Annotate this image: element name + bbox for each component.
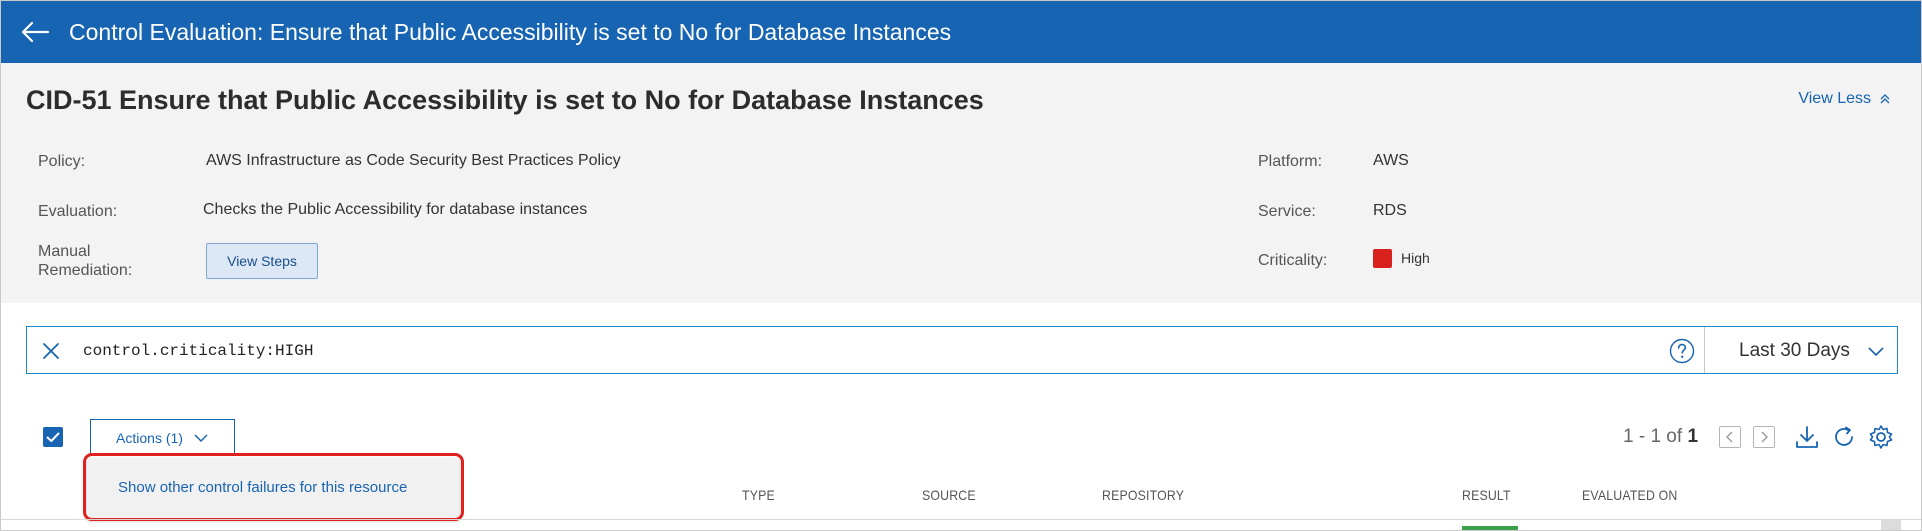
criticality-label: Criticality: xyxy=(1258,252,1328,269)
date-range-value: Last 30 Days xyxy=(1739,340,1850,361)
pagination-info: 1 - 1 of 1 xyxy=(1623,426,1698,448)
table-header-divider xyxy=(1,519,1921,520)
table-scrollbar[interactable] xyxy=(1881,520,1901,530)
policy-label: Policy: xyxy=(38,153,86,170)
chevron-right-icon xyxy=(1761,431,1768,443)
chevron-down-icon xyxy=(194,433,208,442)
column-header-result[interactable]: RESULT xyxy=(1462,487,1511,503)
next-page-button[interactable] xyxy=(1753,426,1775,448)
back-arrow-icon[interactable] xyxy=(19,16,51,48)
gear-icon[interactable] xyxy=(1868,424,1894,450)
menu-item-show-other-failures[interactable]: Show other control failures for this res… xyxy=(118,479,407,496)
page-title: Control Evaluation: Ensure that Public A… xyxy=(69,19,952,45)
download-icon[interactable] xyxy=(1794,424,1820,450)
pagination-total: 1 xyxy=(1687,426,1699,447)
control-details-panel: CID-51 Ensure that Public Accessibility … xyxy=(1,63,1921,303)
actions-dropdown-button[interactable]: Actions (1) xyxy=(90,419,235,455)
date-range-select[interactable]: Last 30 Days xyxy=(1704,327,1898,373)
evaluation-value: Checks the Public Accessibility for data… xyxy=(203,201,588,218)
criticality-color-swatch xyxy=(1373,249,1392,268)
view-less-label: View Less xyxy=(1798,90,1871,107)
previous-page-button[interactable] xyxy=(1719,426,1741,448)
help-icon[interactable] xyxy=(1669,338,1695,364)
actions-menu: Show other control failures for this res… xyxy=(87,458,459,520)
column-header-type[interactable]: TYPE xyxy=(742,487,775,503)
search-input[interactable] xyxy=(83,337,1663,365)
result-status-badge xyxy=(1462,526,1518,530)
view-less-link[interactable]: View Less xyxy=(1798,90,1891,108)
policy-value: AWS Infrastructure as Code Security Best… xyxy=(206,152,621,169)
actions-label: Actions (1) xyxy=(116,429,183,446)
search-bar: Last 30 Days xyxy=(26,326,1898,374)
column-header-source[interactable]: SOURCE xyxy=(922,487,976,503)
chevron-down-icon xyxy=(1868,347,1884,357)
service-label: Service: xyxy=(1258,203,1316,220)
column-header-repository[interactable]: REPOSITORY xyxy=(1102,487,1184,503)
chevron-double-up-icon xyxy=(1880,94,1890,104)
platform-value: AWS xyxy=(1373,152,1409,169)
manual-remediation-label: Manual Remediation: xyxy=(38,243,133,279)
close-icon[interactable] xyxy=(39,339,63,363)
pagination-range: 1 - 1 of xyxy=(1623,426,1683,447)
service-value: RDS xyxy=(1373,202,1407,219)
control-title: CID-51 Ensure that Public Accessibility … xyxy=(26,85,984,115)
platform-label: Platform: xyxy=(1258,153,1323,170)
view-steps-button[interactable]: View Steps xyxy=(206,243,318,279)
chevron-left-icon xyxy=(1726,431,1733,443)
checkmark-icon xyxy=(46,432,60,442)
refresh-icon[interactable] xyxy=(1831,424,1857,450)
page-header: Control Evaluation: Ensure that Public A… xyxy=(1,1,1921,63)
app-window: Control Evaluation: Ensure that Public A… xyxy=(0,0,1922,531)
evaluation-label: Evaluation: xyxy=(38,203,118,220)
column-header-evaluated-on[interactable]: EVALUATED ON xyxy=(1582,487,1677,503)
criticality-value: High xyxy=(1401,250,1430,266)
select-all-checkbox[interactable] xyxy=(43,427,63,447)
